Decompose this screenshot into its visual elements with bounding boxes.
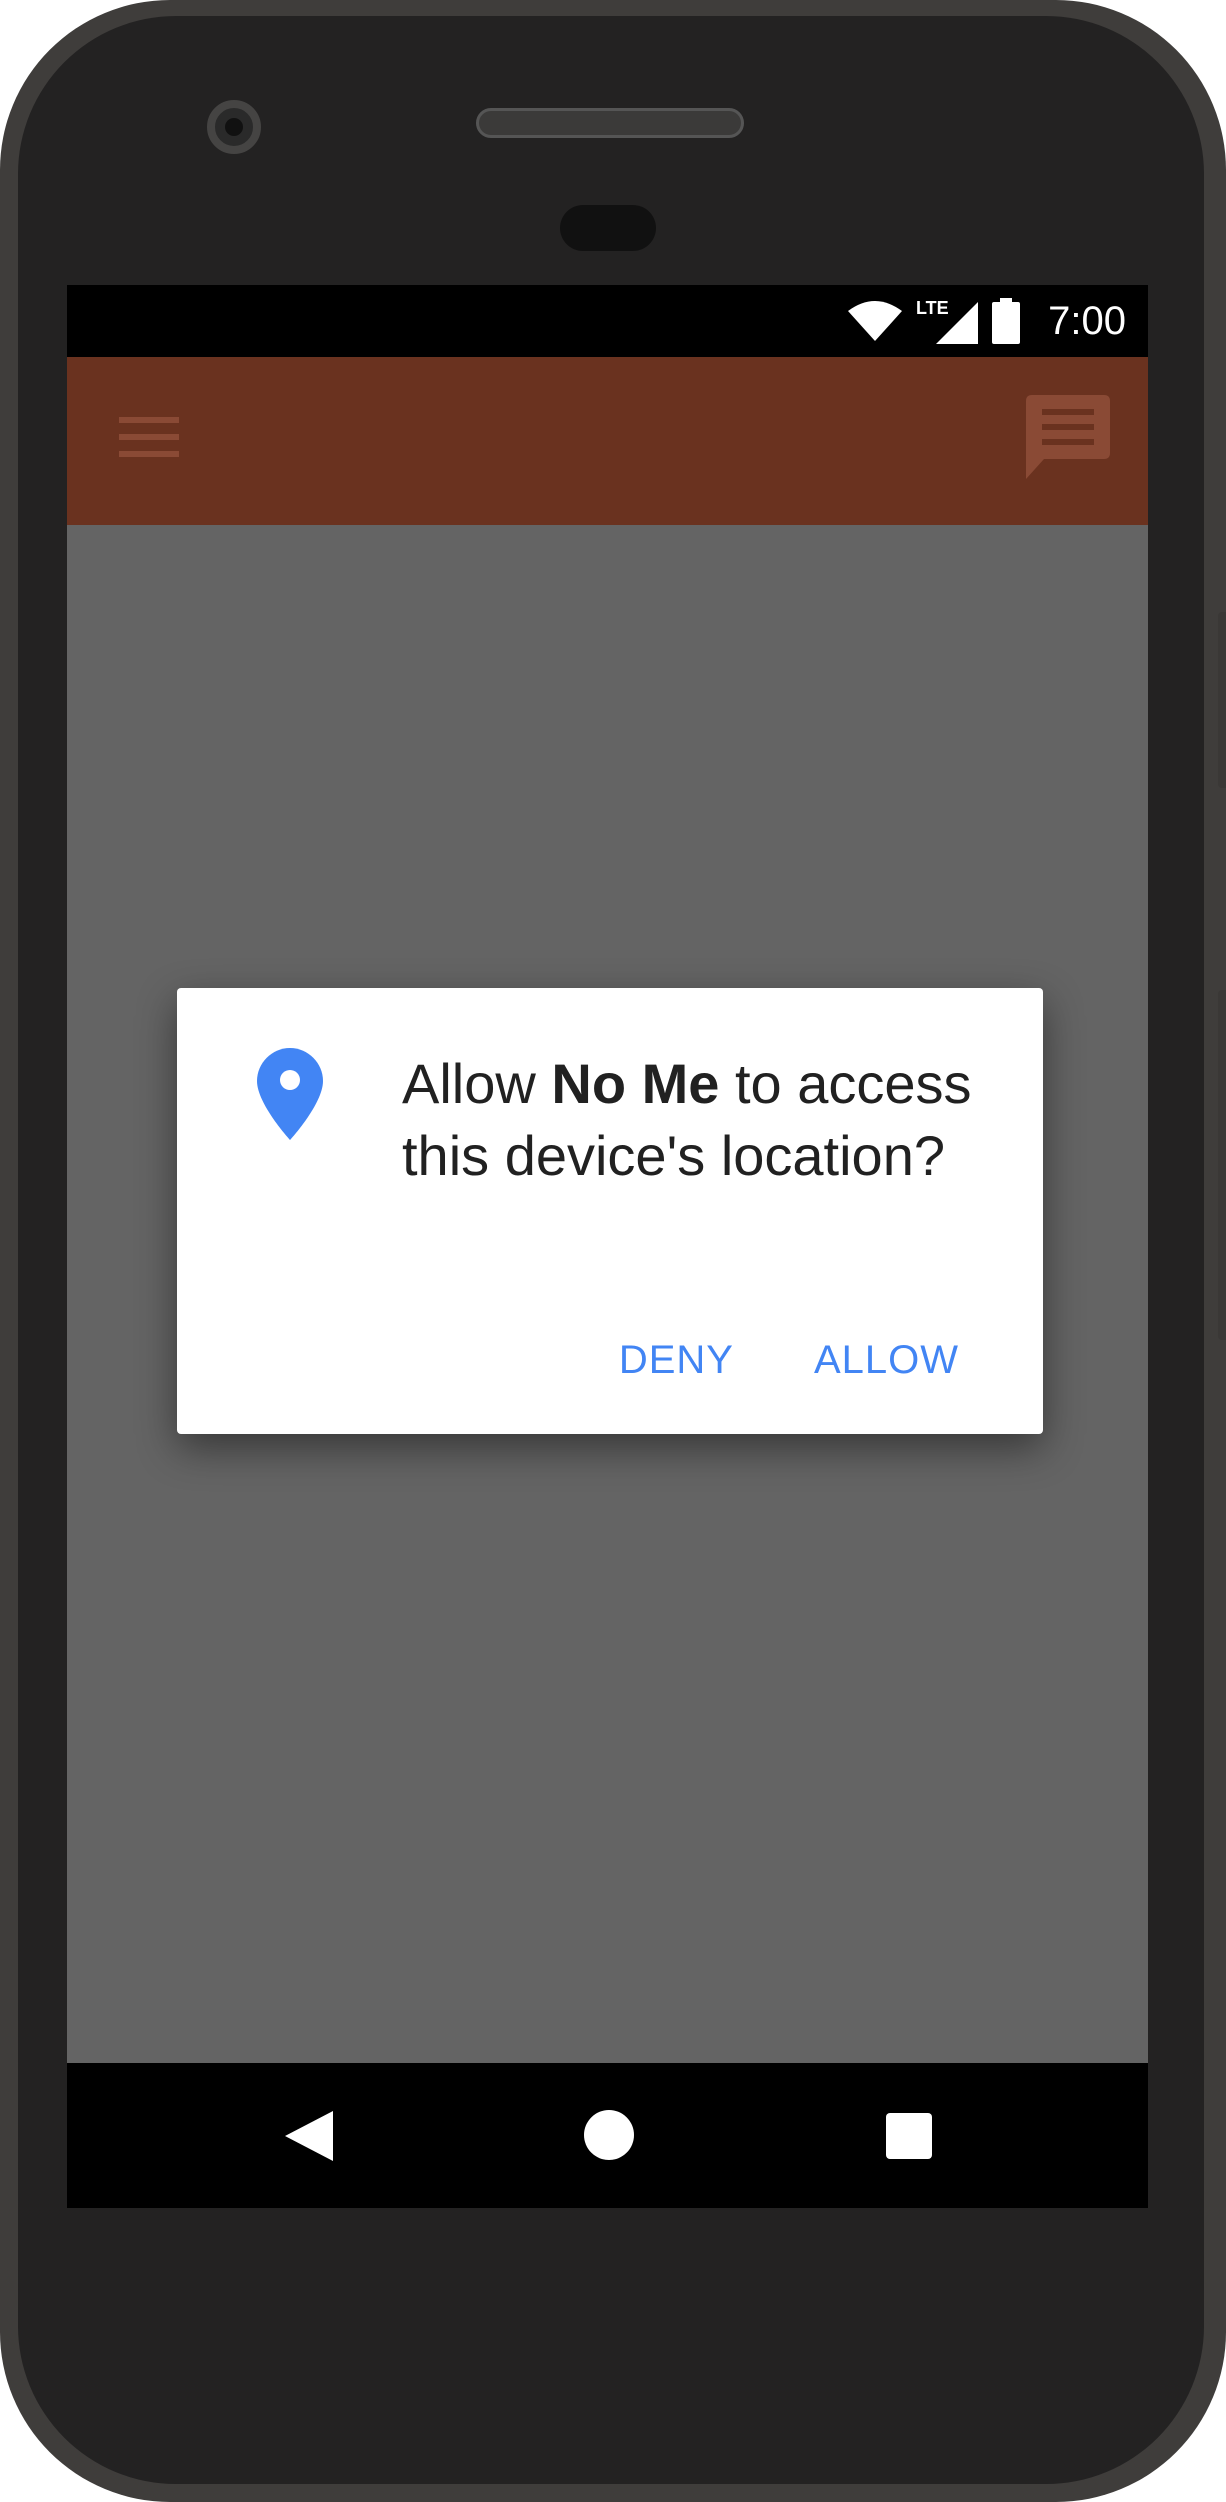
home-icon[interactable]	[584, 2110, 634, 2160]
front-camera	[207, 100, 261, 154]
location-permission-dialog: Allow No Me to access this device's loca…	[177, 988, 1043, 1434]
status-icons: LTE 7:00	[848, 285, 1126, 357]
wifi-icon	[848, 301, 903, 341]
deny-button[interactable]: DENY	[619, 1338, 734, 1383]
location-pin-icon	[257, 1048, 323, 1140]
dialog-actions: DENY ALLOW	[619, 1338, 959, 1383]
screen: LTE 7:00 Allow No Me to access this devi…	[67, 285, 1148, 2208]
battery-icon	[992, 298, 1021, 344]
proximity-sensor	[560, 205, 656, 251]
status-bar: LTE 7:00	[67, 285, 1148, 357]
recents-icon[interactable]	[886, 2113, 932, 2159]
allow-button[interactable]: ALLOW	[814, 1338, 959, 1383]
power-button	[1218, 612, 1226, 788]
app-name: No Me	[551, 1052, 720, 1115]
app-bar	[67, 357, 1148, 525]
chat-icon[interactable]	[1026, 395, 1110, 481]
phone-frame: LTE 7:00 Allow No Me to access this devi…	[0, 0, 1226, 2502]
message-prefix: Allow	[402, 1052, 552, 1115]
status-time: 7:00	[1048, 298, 1126, 343]
back-icon[interactable]	[285, 2111, 333, 2161]
dialog-message: Allow No Me to access this device's loca…	[402, 1048, 1002, 1192]
volume-rocker	[1218, 990, 1226, 1340]
menu-icon[interactable]	[119, 415, 179, 459]
earpiece-speaker	[476, 108, 744, 138]
cell-signal-icon: LTE	[916, 298, 979, 344]
navigation-bar	[67, 2063, 1148, 2208]
network-type-label: LTE	[916, 298, 949, 318]
